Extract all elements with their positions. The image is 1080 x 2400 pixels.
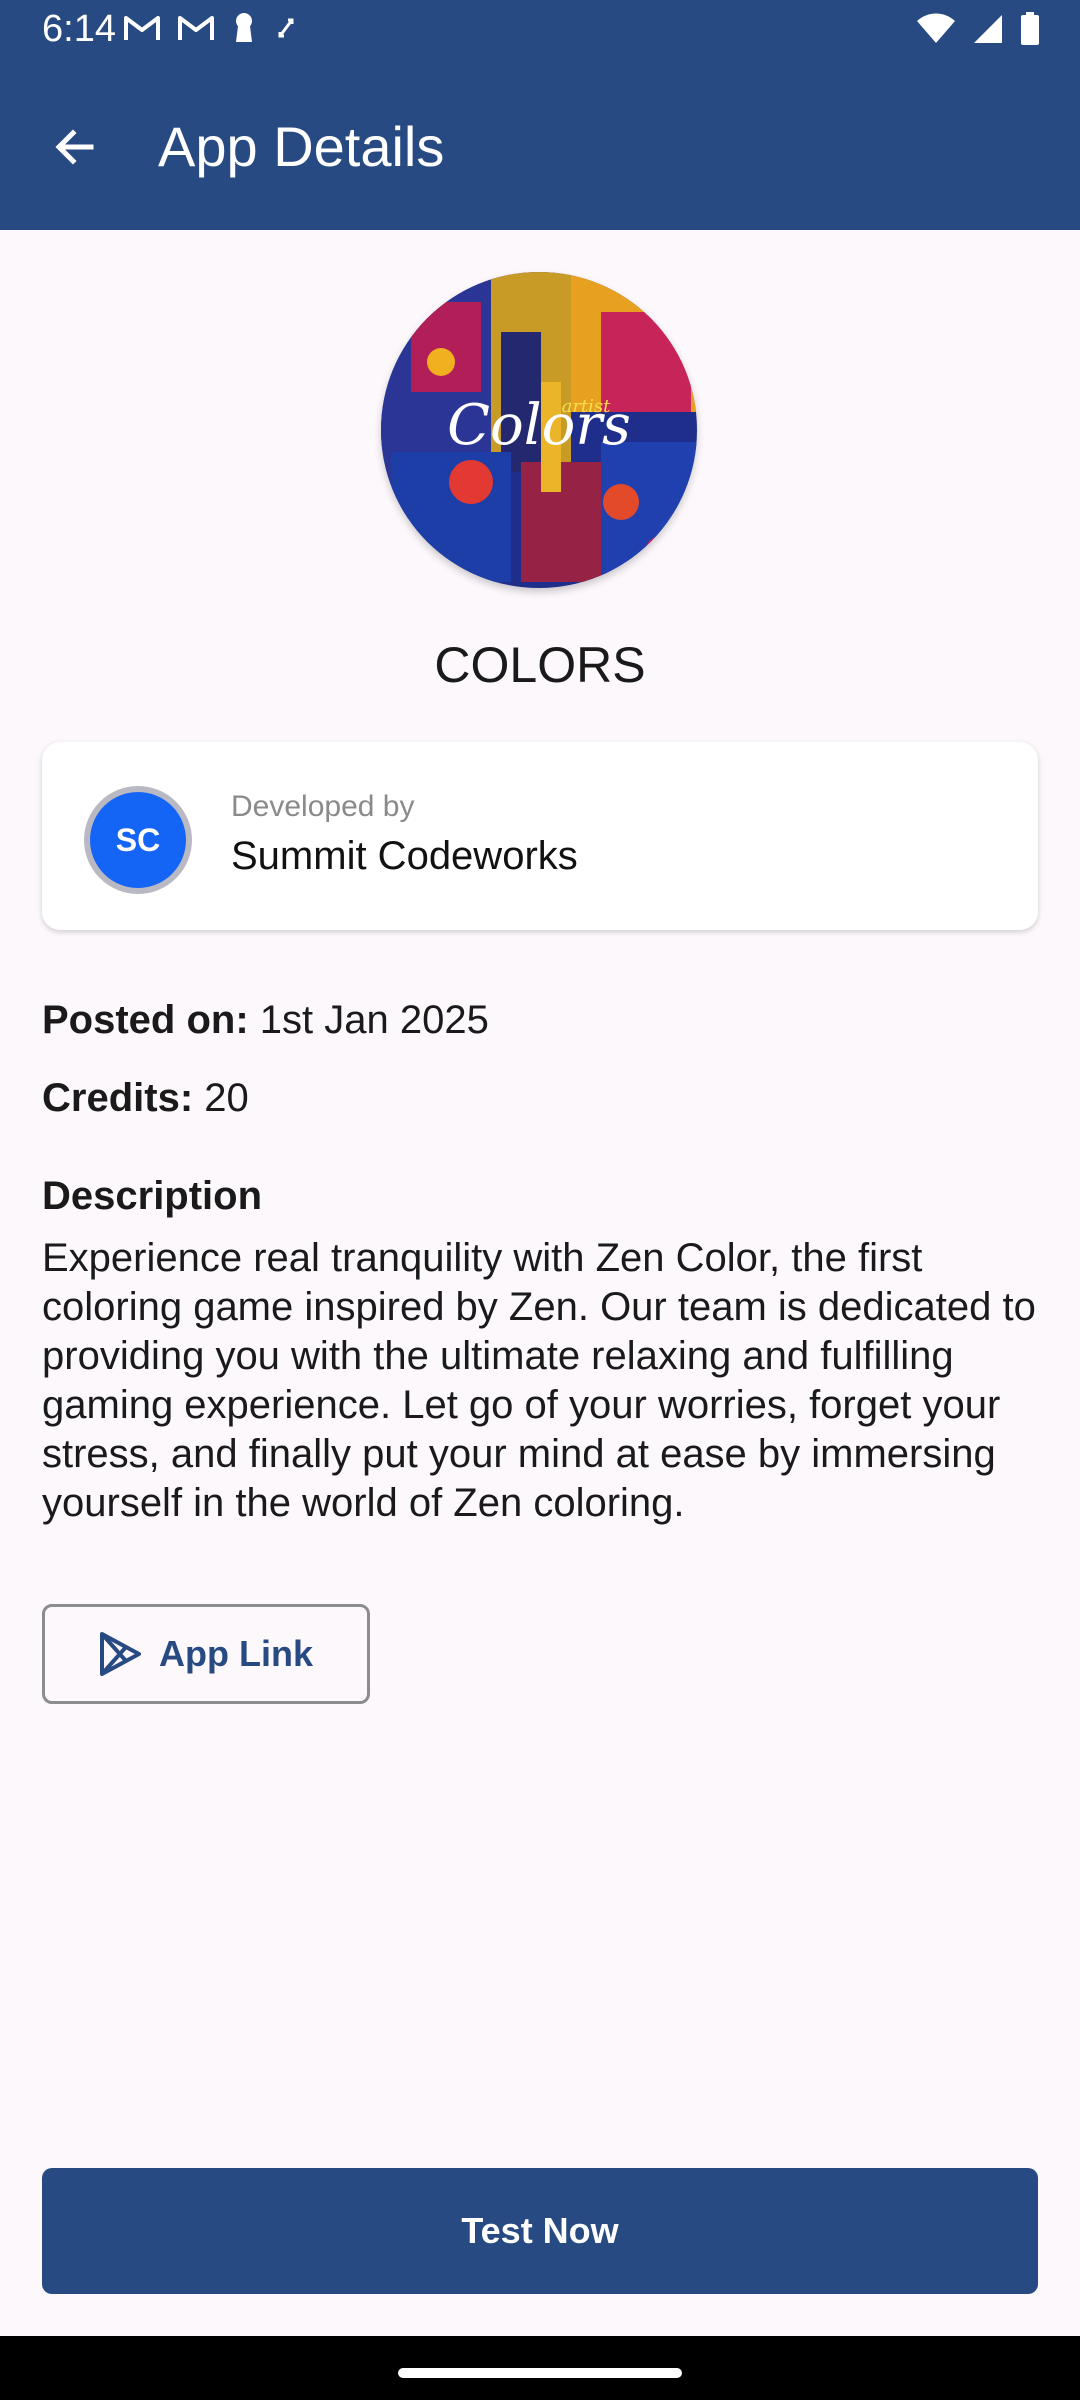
app-name: COLORS (434, 637, 646, 693)
test-now-label: Test Now (461, 2210, 619, 2251)
status-notification-icons (124, 12, 298, 44)
posted-on-row: Posted on: 1st Jan 2025 (42, 998, 489, 1043)
app-bar: App Details (0, 62, 1080, 230)
page-title: App Details (158, 115, 445, 178)
navigation-bar (0, 2336, 1080, 2400)
back-button[interactable] (40, 112, 110, 182)
status-bar: 6:14 (0, 0, 1080, 62)
status-time: 6:14 (42, 8, 116, 50)
logo-subtext: artist (562, 396, 612, 417)
posted-on-value: 1st Jan 2025 (259, 998, 489, 1042)
gmail-icon (124, 16, 160, 40)
wifi-icon (917, 13, 955, 43)
home-gesture-handle[interactable] (398, 2368, 682, 2378)
credits-value: 20 (204, 1076, 249, 1120)
description-title: Description (42, 1174, 263, 1218)
arrow-left-icon (55, 129, 94, 165)
signal-icon (974, 15, 1002, 43)
credits-row: Credits: 20 (42, 1076, 249, 1121)
description-text: Experience real tranquility with Zen Col… (42, 1236, 1036, 1525)
developer-avatar: SC (84, 786, 192, 894)
play-store-icon (100, 1632, 141, 1676)
sync-icon (278, 18, 294, 38)
credits-label: Credits: (42, 1076, 194, 1120)
app-link-label: App Link (159, 1633, 313, 1674)
status-system-icons (916, 12, 1040, 46)
app-link-button[interactable]: App Link (42, 1604, 370, 1704)
app-logo: Colors artist (381, 272, 697, 588)
gmail-icon (178, 16, 214, 40)
test-now-button[interactable]: Test Now (42, 2168, 1038, 2294)
keyhole-icon (236, 13, 252, 42)
developer-label: Developed by (231, 790, 415, 823)
posted-on-label: Posted on: (42, 998, 249, 1042)
developer-name: Summit Codeworks (231, 834, 578, 878)
battery-icon (1021, 12, 1039, 45)
developer-card: SC Developed by Summit Codeworks (42, 742, 1038, 930)
